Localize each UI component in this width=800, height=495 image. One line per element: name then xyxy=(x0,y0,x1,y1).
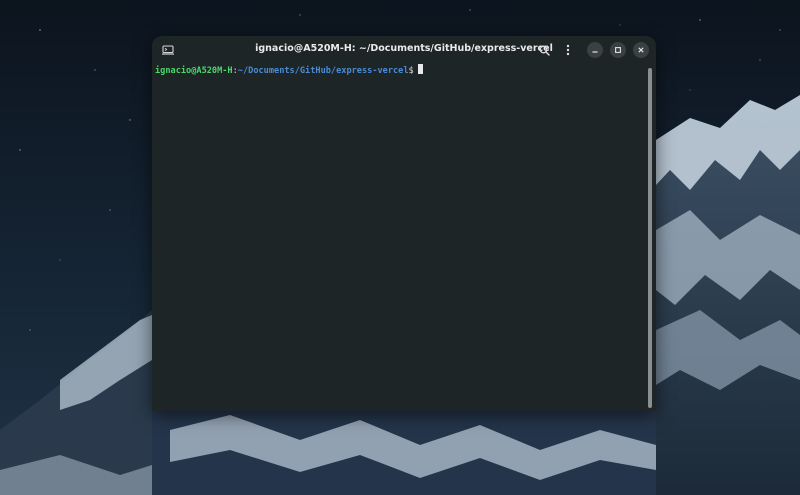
terminal-new-tab-icon[interactable] xyxy=(158,40,178,60)
maximize-icon[interactable] xyxy=(610,42,626,58)
terminal-output-area[interactable]: ignacio@A520M-H:~/Documents/GitHub/expre… xyxy=(152,64,646,411)
scrollbar-thumb[interactable] xyxy=(648,68,652,408)
terminal-headerbar[interactable]: ignacio@A520M-H: ~/Documents/GitHub/expr… xyxy=(152,36,656,64)
window-title: ignacio@A520M-H: ~/Documents/GitHub/expr… xyxy=(255,43,553,54)
prompt-user-host: ignacio@A520M-H xyxy=(155,66,233,76)
shell-prompt: ignacio@A520M-H:~/Documents/GitHub/expre… xyxy=(155,64,423,77)
prompt-path: ~/Documents/GitHub/express-vercel xyxy=(237,66,409,76)
terminal-scrollbar[interactable] xyxy=(647,66,653,411)
text-cursor xyxy=(417,64,423,74)
kebab-menu-icon[interactable] xyxy=(558,40,578,60)
desktop: ignacio@A520M-H: ~/Documents/GitHub/expr… xyxy=(0,0,800,495)
prompt-symbol: $ xyxy=(408,66,414,76)
search-icon[interactable] xyxy=(534,40,554,60)
close-icon[interactable] xyxy=(633,42,649,58)
minimize-icon[interactable] xyxy=(587,42,603,58)
terminal-window[interactable]: ignacio@A520M-H: ~/Documents/GitHub/expr… xyxy=(152,36,656,411)
